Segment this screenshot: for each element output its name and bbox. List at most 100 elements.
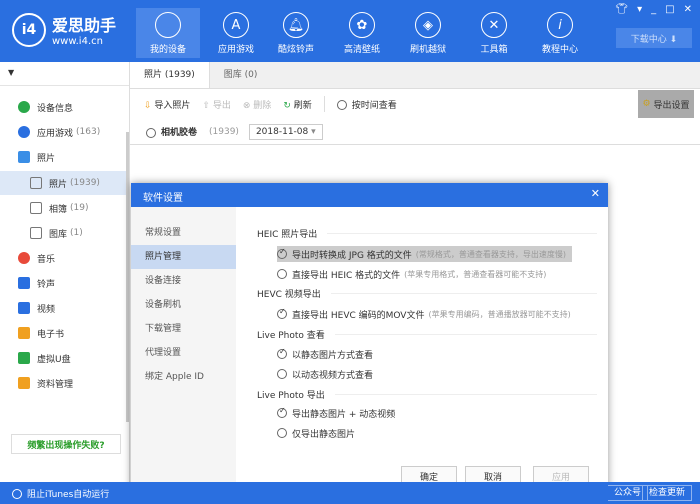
export-button[interactable]: ⇧ 导出 — [202, 98, 230, 111]
label: 阻止iTunes自动运行 — [27, 490, 110, 500]
label: 铃声 — [37, 279, 56, 290]
sidebar-item-photos[interactable]: 照片 — [0, 145, 128, 169]
nav-flash[interactable]: ◈ 刷机越狱 — [396, 8, 460, 58]
video-icon — [18, 302, 30, 314]
option-export-heic[interactable]: 直接导出 HEIC 格式的文件 (苹果专用格式，普通查看器可能不支持) — [277, 266, 552, 282]
nav-my-device[interactable]: 我的设备 — [136, 8, 200, 58]
section-live-view: Live Photo 查看 — [257, 328, 597, 341]
refresh-icon: ↻ — [283, 100, 291, 111]
nav-photo-management[interactable]: 照片管理 — [131, 245, 236, 269]
nav-bind-apple-id[interactable]: 绑定 Apple ID — [131, 365, 236, 389]
nav-device-flash[interactable]: 设备刷机 — [131, 293, 236, 317]
sidebar-item-photos-all[interactable]: 照片 (1939) — [0, 171, 128, 195]
nav-general[interactable]: 常规设置 — [131, 221, 236, 245]
tab-photos[interactable]: 照片 (1939) — [130, 62, 210, 88]
export-settings-button[interactable]: ⚙ 导出设置 — [638, 90, 694, 118]
option-export-hevc[interactable]: 直接导出 HEVC 编码的MOV文件(苹果专用编码，普通播放器可能不支持) — [277, 306, 577, 322]
label: 资料管理 — [37, 379, 74, 390]
logo-mark: i4 — [12, 12, 46, 47]
option-view-static[interactable]: 以静态图片方式查看 — [277, 346, 379, 362]
label: 直接导出 HEIC 格式的文件 — [292, 270, 401, 281]
sidebar-item-library[interactable]: 图库 (1) — [0, 221, 128, 245]
import-icon: ⇩ — [144, 100, 152, 111]
library-icon — [30, 227, 42, 239]
label: 删除 — [253, 100, 272, 111]
option-export-both[interactable]: 导出静态图片 + 动态视频 — [277, 405, 401, 421]
sidebar-scrollbar[interactable] — [126, 132, 129, 422]
import-photos-button[interactable]: ⇩ 导入照片 — [144, 98, 190, 111]
sidebar-item-ebooks[interactable]: 电子书 — [0, 321, 128, 345]
option-export-static[interactable]: 仅导出静态图片 — [277, 425, 361, 441]
label: 应用游戏 — [37, 128, 74, 139]
label: 照片 — [37, 153, 56, 164]
tab-library[interactable]: 图库 (0) — [210, 62, 272, 88]
camera-roll-radio[interactable]: 相机胶卷 — [146, 125, 197, 138]
device-dropdown[interactable]: ▼ — [0, 62, 129, 86]
label: 相机胶卷 — [161, 128, 198, 138]
nav-wallpapers[interactable]: ✿ 高清壁纸 — [330, 8, 394, 58]
view-by-time-radio[interactable]: 按时间查看 — [336, 98, 397, 111]
download-center-button[interactable]: 下载中心 ⬇ — [616, 28, 692, 48]
photo-icon — [18, 151, 30, 163]
radio-icon — [146, 127, 156, 138]
sidebar-item-video[interactable]: 视频 — [0, 296, 128, 320]
apple-icon — [155, 12, 181, 38]
menu-icon[interactable]: ▾ — [637, 4, 642, 15]
dropbox-icon: ◈ — [415, 12, 441, 38]
chevron-down-icon: ▾ — [311, 126, 316, 137]
skin-icon[interactable]: 👕︎ — [615, 4, 628, 15]
sidebar-item-udisk[interactable]: 虚拟U盘 — [0, 346, 128, 370]
book-icon — [18, 327, 30, 339]
music-icon — [18, 252, 30, 264]
sidebar-item-ringtones[interactable]: 铃声 — [0, 271, 128, 295]
data-icon — [18, 377, 30, 389]
nav-label: 工具箱 — [480, 45, 508, 55]
section-title: HEIC 照片导出 — [257, 230, 318, 240]
label: 视频 — [37, 304, 56, 315]
section-title: Live Photo 导出 — [257, 391, 325, 401]
option-view-video[interactable]: 以动态视频方式查看 — [277, 366, 379, 382]
apps-icon — [18, 126, 30, 138]
check-update-button[interactable]: 检查更新 — [642, 485, 693, 501]
nav-tools[interactable]: ✕ 工具箱 — [462, 8, 526, 58]
nav-ringtones[interactable]: 🔔︎ 酷炫铃声 — [264, 8, 328, 58]
label: 图库 — [49, 229, 68, 240]
delete-button[interactable]: ⊗ 删除 — [243, 98, 271, 111]
close-icon[interactable]: ✕ — [591, 187, 600, 200]
date-select[interactable]: 2018-11-08 ▾ — [248, 123, 323, 140]
nav-label: 应用游戏 — [217, 45, 254, 55]
footer: 阻止iTunes自动运行 公众号 检查更新 — [0, 482, 700, 504]
settings-dialog: 软件设置 ✕ 常规设置 照片管理 设备连接 设备刷机 下载管理 代理设置 绑定 A… — [131, 183, 608, 504]
camera-roll-count: (1939) — [209, 126, 239, 137]
nav-device-connection[interactable]: 设备连接 — [131, 269, 236, 293]
usb-icon — [18, 352, 30, 364]
nav-label: 我的设备 — [149, 45, 186, 55]
info-icon — [18, 101, 30, 113]
block-itunes-toggle[interactable]: 阻止iTunes自动运行 — [12, 487, 109, 500]
option-convert-jpg[interactable]: 导出时转换成 JPG 格式的文件(常规格式，普通查看器支持，导出速度慢) — [277, 246, 573, 262]
count: (1) — [70, 228, 83, 238]
note: (苹果专用编码，普通播放器可能不支持) — [428, 309, 571, 319]
sidebar-item-device-info[interactable]: 设备信息 — [0, 95, 128, 119]
nav-label: 刷机越狱 — [409, 45, 446, 55]
refresh-button[interactable]: ↻ 刷新 — [283, 98, 311, 111]
sidebar-item-music[interactable]: 音乐 — [0, 246, 128, 270]
sidebar-item-albums[interactable]: 相簿 (19) — [0, 196, 128, 220]
sidebar-item-data[interactable]: 资料管理 — [0, 371, 128, 395]
tools-icon: ✕ — [481, 12, 507, 38]
nav-proxy[interactable]: 代理设置 — [131, 341, 236, 365]
minimize-icon[interactable]: _ — [651, 4, 656, 15]
logo-url: www.i4.cn — [52, 36, 103, 47]
close-icon[interactable]: ✕ — [684, 4, 692, 15]
nav-download[interactable]: 下载管理 — [131, 317, 236, 341]
nav-tutorials[interactable]: i 教程中心 — [528, 8, 592, 58]
operation-failed-help-button[interactable]: 频繁出现操作失败? — [11, 434, 121, 454]
maximize-icon[interactable]: □ — [665, 4, 674, 15]
section-heic: HEIC 照片导出 — [257, 227, 597, 240]
label: 虚拟U盘 — [37, 354, 71, 365]
divider — [323, 96, 325, 112]
sidebar-item-apps[interactable]: 应用游戏 (163) — [0, 120, 128, 144]
label: 相簿 — [49, 204, 68, 215]
nav-apps[interactable]: A 应用游戏 — [204, 8, 268, 58]
label: 刷新 — [293, 100, 312, 111]
